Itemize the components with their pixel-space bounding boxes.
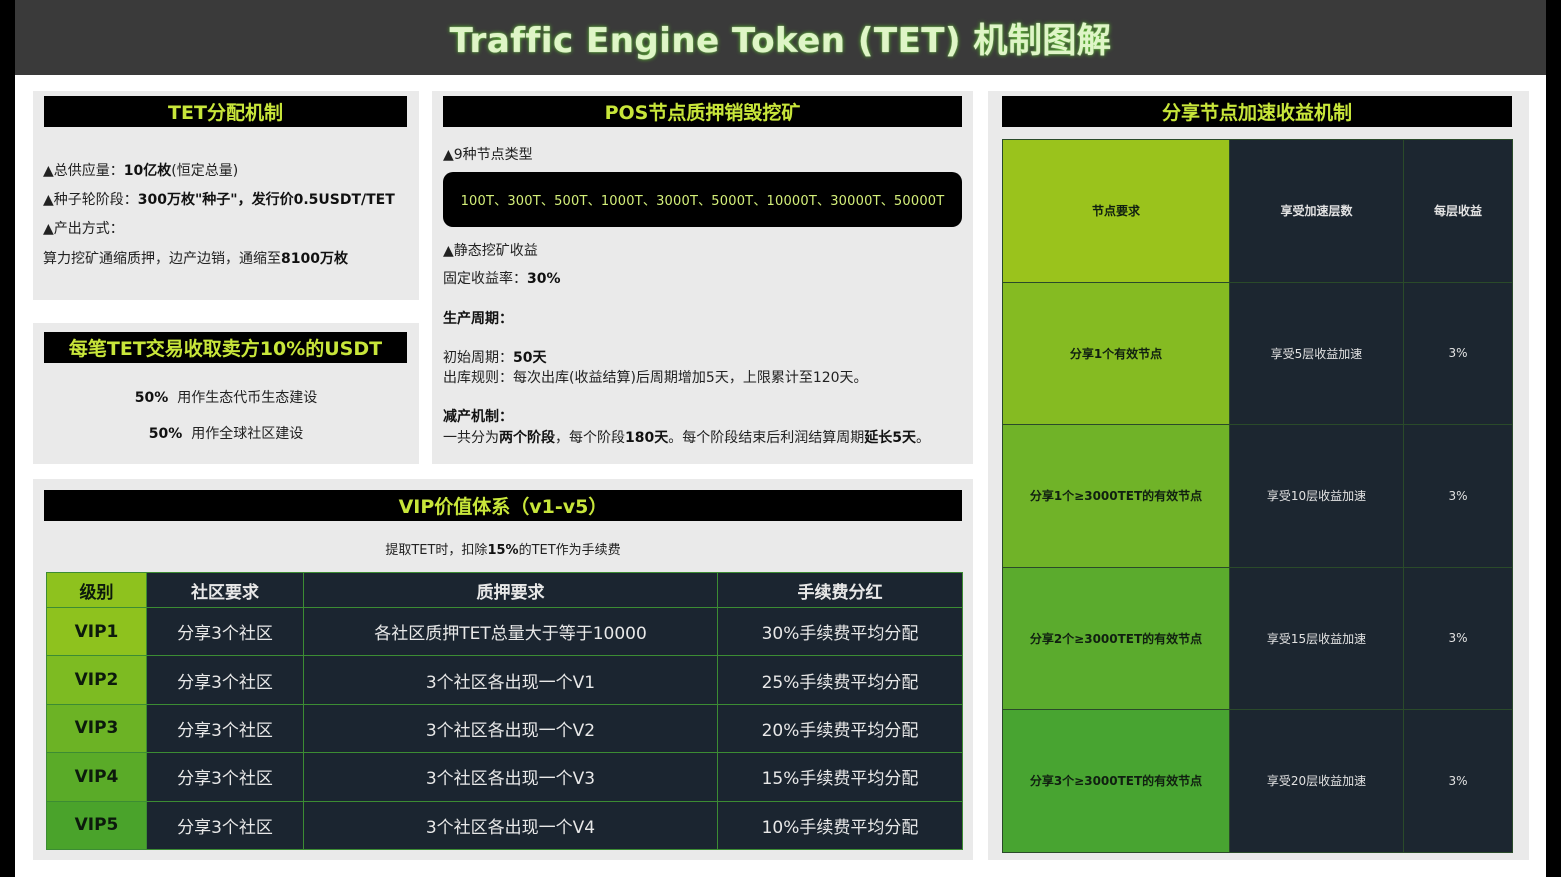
vip-table: 级别 社区要求 质押要求 手续费分红 VIP1 分享3个社区 各社区质押TET总量大于等于1… <box>46 572 963 850</box>
fee-header: 每笔TET交易收取卖方10%的USDT <box>44 332 407 363</box>
vip-stake: 3个社区各出现一个V3 <box>303 752 718 802</box>
share-row: 分享1个有效节点 享受5层收益加速 3% <box>1002 281 1513 425</box>
share-row: 分享2个≥3000TET的有效节点 享受15层收益加速 3% <box>1002 566 1513 710</box>
vip-stake: 3个社区各出现一个V2 <box>303 703 718 754</box>
pos-types-label: ▲9种节点类型 <box>443 147 533 163</box>
fixed-value: 30% <box>527 271 561 287</box>
vip-level: VIP4 <box>46 752 147 802</box>
pos-header: POS节点质押销毁挖矿 <box>443 96 962 127</box>
vip-note: 提取TET时，扣除15%的TET作为手续费 <box>385 543 621 558</box>
cycle-label: 生产周期： <box>443 311 513 327</box>
share-col-layers: 享受加速层数 <box>1229 139 1404 283</box>
vip-stake: 3个社区各出现一个V4 <box>303 800 718 850</box>
vip-row: VIP2 分享3个社区 3个社区各出现一个V1 25%手续费平均分配 <box>46 655 963 705</box>
vip-panel: VIP价值体系（v1-v5） 提取TET时，扣除15%的TET作为手续费 级别社… <box>33 479 973 860</box>
supply-note: (恒定总量) <box>171 163 239 179</box>
seed-label: ▲种子轮阶段： <box>43 192 138 208</box>
output-desc: 算力挖矿通缩质押，边产边销，通缩至 <box>43 251 281 267</box>
vip-level: VIP3 <box>46 703 147 754</box>
fixed-line: 固定收益率：30% <box>443 268 561 288</box>
share-col-req: 节点要求 <box>1002 139 1230 283</box>
share-layers: 享受20层收益加速 <box>1229 709 1404 853</box>
initial-label: 初始周期： <box>443 350 513 366</box>
share-layers: 享受10层收益加速 <box>1229 424 1404 568</box>
share-yield: 3% <box>1403 424 1513 568</box>
fee-line-2: 50% 用作全球社区建设 <box>33 423 419 443</box>
reduce-label: 减产机制： <box>443 409 513 425</box>
vip-row: VIP4 分享3个社区 3个社区各出现一个V3 15%手续费平均分配 <box>46 752 963 802</box>
vip-dividend: 25%手续费平均分配 <box>717 655 963 705</box>
fee-line-2-pct: 50% <box>148 426 183 442</box>
share-yield: 3% <box>1403 281 1513 425</box>
fee-line-1-text: 用作生态代币生态建设 <box>177 390 318 406</box>
pos-panel: POS节点质押销毁挖矿 ▲9种节点类型 100T、300T、500T、1000T… <box>432 91 973 464</box>
vip-dividend: 15%手续费平均分配 <box>717 752 963 802</box>
share-table: 节点要求 享受加速层数 每层收益 分享1个有效节点 享受5层收益加速 3% 分享1个≥300… <box>1002 139 1513 853</box>
output-line: 算力挖矿通缩质押，边产边销，通缩至8100万枚 <box>43 248 348 268</box>
fixed-label: 固定收益率： <box>443 271 527 287</box>
fee-line-1-pct: 50% <box>134 390 169 406</box>
distribution-header: TET分配机制 <box>44 96 407 127</box>
seed-line: ▲种子轮阶段：300万枚"种子"，发行价0.5USDT/TET <box>43 189 395 209</box>
output-label: ▲产出方式： <box>43 221 124 237</box>
share-row: 分享1个≥3000TET的有效节点 享受10层收益加速 3% <box>1002 424 1513 568</box>
vip-header: VIP价值体系（v1-v5） <box>44 490 962 521</box>
rule-line: 出库规则：每次出库(收益结算)后周期增加5天，上限累计至120天。 <box>443 370 868 386</box>
static-label: ▲静态挖矿收益 <box>443 243 538 259</box>
supply-value: 10亿枚 <box>123 163 172 179</box>
output-value: 8100万枚 <box>281 251 348 267</box>
share-row: 分享3个≥3000TET的有效节点 享受20层收益加速 3% <box>1002 709 1513 853</box>
fee-panel: 每笔TET交易收取卖方10%的USDT 50% 用作生态代币生态建设 50% 用… <box>33 323 419 464</box>
share-yield: 3% <box>1403 566 1513 710</box>
title-bar: Traffic Engine Token (TET) 机制图解 <box>15 0 1546 75</box>
fee-line-2-text: 用作全球社区建设 <box>191 426 304 442</box>
share-req: 分享1个有效节点 <box>1002 281 1230 425</box>
vip-level: VIP2 <box>46 655 147 705</box>
reduce-line: 一共分为两个阶段，每个阶段180天。每个阶段结束后利润结算周期延长5天。 <box>443 430 930 446</box>
share-header: 分享节点加速收益机制 <box>1002 96 1512 127</box>
vip-dividend: 20%手续费平均分配 <box>717 703 963 754</box>
page-title: Traffic Engine Token (TET) 机制图解 <box>449 21 1112 61</box>
vip-row: VIP3 分享3个社区 3个社区各出现一个V2 20%手续费平均分配 <box>46 703 963 754</box>
vip-community: 分享3个社区 <box>146 703 304 754</box>
vip-dividend: 30%手续费平均分配 <box>717 606 963 657</box>
vip-col-dividend: 手续费分红 <box>717 572 963 608</box>
share-layers: 享受15层收益加速 <box>1229 566 1404 710</box>
share-panel: 分享节点加速收益机制 节点要求 享受加速层数 每层收益 分享1个有效节点 享受5层收益加… <box>988 91 1529 860</box>
vip-row: VIP5 分享3个社区 3个社区各出现一个V4 10%手续费平均分配 <box>46 800 963 850</box>
vip-stake: 各社区质押TET总量大于等于10000 <box>303 606 718 657</box>
supply-label: ▲总供应量： <box>43 163 124 179</box>
vip-community: 分享3个社区 <box>146 752 304 802</box>
supply-line: ▲总供应量：10亿枚(恒定总量) <box>43 160 238 180</box>
fee-line-1: 50% 用作生态代币生态建设 <box>33 387 419 407</box>
vip-level: VIP1 <box>46 606 147 657</box>
vip-row: VIP1 分享3个社区 各社区质押TET总量大于等于10000 30%手续费平均分配 <box>46 606 963 657</box>
vip-stake: 3个社区各出现一个V1 <box>303 655 718 705</box>
vip-col-community: 社区要求 <box>146 572 304 608</box>
vip-dividend: 10%手续费平均分配 <box>717 800 963 850</box>
vip-header-row: 级别 社区要求 质押要求 手续费分红 <box>46 572 963 608</box>
vip-community: 分享3个社区 <box>146 655 304 705</box>
share-req: 分享2个≥3000TET的有效节点 <box>1002 566 1230 710</box>
distribution-panel: TET分配机制 ▲总供应量：10亿枚(恒定总量) ▲种子轮阶段：300万枚"种子… <box>33 91 419 300</box>
vip-col-level: 级别 <box>46 572 147 608</box>
node-types-pill: 100T、300T、500T、1000T、3000T、5000T、10000T、… <box>443 172 962 227</box>
diagram-canvas: TET分配机制 ▲总供应量：10亿枚(恒定总量) ▲种子轮阶段：300万枚"种子… <box>15 75 1546 877</box>
share-req: 分享1个≥3000TET的有效节点 <box>1002 424 1230 568</box>
share-layers: 享受5层收益加速 <box>1229 281 1404 425</box>
share-yield: 3% <box>1403 709 1513 853</box>
share-header-row: 节点要求 享受加速层数 每层收益 <box>1002 139 1513 283</box>
vip-community: 分享3个社区 <box>146 800 304 850</box>
vip-col-stake: 质押要求 <box>303 572 718 608</box>
share-col-yield: 每层收益 <box>1403 139 1513 283</box>
seed-value: 300万枚"种子"，发行价0.5USDT/TET <box>137 192 395 208</box>
vip-level: VIP5 <box>46 800 147 850</box>
initial-line: 初始周期：50天 <box>443 347 546 367</box>
initial-value: 50天 <box>513 350 547 366</box>
vip-community: 分享3个社区 <box>146 606 304 657</box>
share-req: 分享3个≥3000TET的有效节点 <box>1002 709 1230 853</box>
